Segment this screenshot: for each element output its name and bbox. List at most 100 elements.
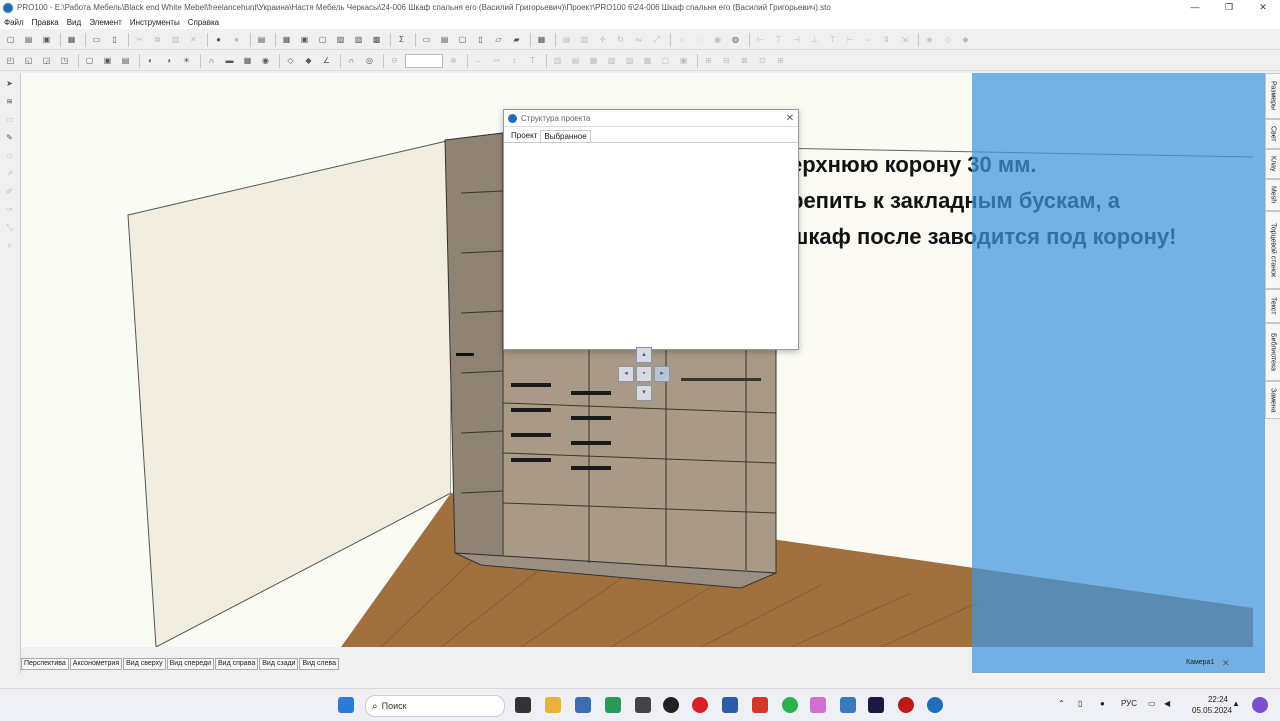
box-shaded-icon[interactable]: ▤ bbox=[118, 53, 133, 68]
app-blue-icon[interactable] bbox=[722, 697, 738, 713]
panel-3-icon[interactable]: ▦ bbox=[586, 53, 601, 68]
eye-icon[interactable]: ◉ bbox=[258, 53, 273, 68]
mirror-icon[interactable]: ⇋ bbox=[631, 32, 646, 47]
ungroup-icon[interactable]: ▢ bbox=[315, 32, 330, 47]
view-tab-back[interactable]: Вид сзади bbox=[259, 657, 299, 670]
menu-help[interactable]: Справка bbox=[184, 18, 223, 27]
copy-icon[interactable]: ⧉ bbox=[150, 32, 165, 47]
group-icon[interactable]: ▣ bbox=[297, 32, 312, 47]
view-wire-icon[interactable]: ◱ bbox=[21, 53, 36, 68]
export-icon[interactable]: ▱ bbox=[491, 32, 506, 47]
menu-element[interactable]: Элемент bbox=[85, 18, 126, 27]
snipping-tool-icon[interactable] bbox=[605, 697, 621, 713]
align-center-icon[interactable]: ⊤ bbox=[771, 32, 786, 47]
tab-klau[interactable]: Клау bbox=[1265, 149, 1280, 179]
tab-dimensions[interactable]: Размеры bbox=[1265, 73, 1280, 119]
select-arrow-icon[interactable]: ➤ bbox=[2, 76, 17, 91]
render-icon[interactable]: ▩ bbox=[369, 32, 384, 47]
view-tab-top[interactable]: Вид сверху bbox=[123, 657, 166, 670]
diamond-icon[interactable]: ◇ bbox=[283, 53, 298, 68]
tab-mesh[interactable]: Mesh bbox=[1265, 179, 1280, 211]
file-explorer-icon[interactable] bbox=[545, 697, 561, 713]
windows-start-icon[interactable] bbox=[338, 697, 354, 713]
tray-chevron-icon[interactable]: ⌃ bbox=[1058, 699, 1065, 708]
paste-icon[interactable]: ▥ bbox=[168, 32, 183, 47]
view-render-icon[interactable]: ◳ bbox=[57, 53, 72, 68]
tab-light[interactable]: Свет bbox=[1265, 119, 1280, 149]
tab-selected[interactable]: Выбранное bbox=[540, 130, 591, 142]
telegram-icon[interactable] bbox=[840, 697, 856, 713]
open-folder-icon[interactable]: ▤ bbox=[21, 32, 36, 47]
dialog-close-button[interactable]: ✕ bbox=[782, 113, 798, 124]
visible-icon[interactable]: ◉ bbox=[710, 32, 725, 47]
whatsapp-icon[interactable] bbox=[782, 697, 798, 713]
align-right-icon[interactable]: ⊣ bbox=[789, 32, 804, 47]
eraser-icon[interactable]: ▱ bbox=[2, 148, 17, 163]
copilot-icon[interactable] bbox=[1252, 697, 1268, 713]
tool-1-icon[interactable]: ⊞ bbox=[701, 53, 716, 68]
measure-icon[interactable]: ↗ bbox=[2, 166, 17, 181]
grid-icon[interactable]: ▦ bbox=[534, 32, 549, 47]
media-player-icon[interactable] bbox=[663, 697, 679, 713]
dock-right-icon[interactable]: ▸ bbox=[654, 366, 670, 382]
tab-edge-machine[interactable]: Торцевой станок bbox=[1265, 211, 1280, 289]
menu-edit[interactable]: Правка bbox=[28, 18, 63, 27]
align-bottom-icon[interactable]: ⊤ bbox=[825, 32, 840, 47]
scale-icon[interactable]: ⤢ bbox=[649, 32, 664, 47]
dock-bottom-icon[interactable]: ▾ bbox=[636, 385, 652, 401]
distribute-icon[interactable]: ▥ bbox=[577, 32, 592, 47]
panel-4-icon[interactable]: ▧ bbox=[604, 53, 619, 68]
tab-text[interactable]: Текст bbox=[1265, 289, 1280, 323]
app-t-icon[interactable] bbox=[752, 697, 768, 713]
menu-tools[interactable]: Инструменты bbox=[126, 18, 184, 27]
calculator-icon[interactable] bbox=[575, 697, 591, 713]
grid-toggle-icon[interactable]: ▦ bbox=[240, 53, 255, 68]
stop-icon[interactable]: ◍ bbox=[728, 32, 743, 47]
view-tab-perspective[interactable]: Перспектива bbox=[21, 657, 69, 670]
panel-2-icon[interactable]: ▤ bbox=[568, 53, 583, 68]
notification-bell-icon[interactable]: ▲ bbox=[1232, 699, 1240, 708]
app-dark-icon[interactable] bbox=[868, 697, 884, 713]
shadow-icon[interactable]: ◑ bbox=[161, 53, 176, 68]
properties-icon[interactable]: ▦ bbox=[64, 32, 79, 47]
pen-icon[interactable]: ✎ bbox=[2, 130, 17, 145]
tab-replace[interactable]: Замена bbox=[1265, 381, 1280, 419]
sheet-icon[interactable]: ▭ bbox=[419, 32, 434, 47]
cut-plane-icon[interactable]: ≋ bbox=[2, 94, 17, 109]
import-icon[interactable]: ▰ bbox=[509, 32, 524, 47]
dimension-text-icon[interactable]: T bbox=[525, 53, 540, 68]
tool-4-icon[interactable]: ⊡ bbox=[755, 53, 770, 68]
tray-network-icon[interactable]: ▭ bbox=[1148, 699, 1156, 708]
view-tab-right[interactable]: Вид справа bbox=[215, 657, 259, 670]
space-h-icon[interactable]: ⇔ bbox=[861, 32, 876, 47]
dialog-title-bar[interactable]: Структура проекта ✕ bbox=[504, 110, 798, 127]
space-v-icon[interactable]: ⇕ bbox=[879, 32, 894, 47]
drawing-icon[interactable]: ▢ bbox=[455, 32, 470, 47]
recorder-icon[interactable] bbox=[898, 697, 914, 713]
maximize-button[interactable]: ❐ bbox=[1212, 2, 1246, 13]
dock-top-icon[interactable]: ▴ bbox=[636, 347, 652, 363]
align-middle-icon[interactable]: ⊢ bbox=[843, 32, 858, 47]
cutlist-icon[interactable]: ▤ bbox=[437, 32, 452, 47]
panel-6-icon[interactable]: ▩ bbox=[640, 53, 655, 68]
ruler-icon[interactable]: ▬ bbox=[222, 53, 237, 68]
snap-icon[interactable]: ∩ bbox=[344, 53, 359, 68]
music-icon[interactable] bbox=[810, 697, 826, 713]
material-icon[interactable]: ▨ bbox=[333, 32, 348, 47]
tool-3-icon[interactable]: ⊠ bbox=[737, 53, 752, 68]
undo-icon[interactable]: ● bbox=[211, 32, 226, 47]
minimize-button[interactable]: — bbox=[1178, 2, 1212, 13]
panel-7-icon[interactable]: ▢ bbox=[658, 53, 673, 68]
align-left-icon[interactable]: ⊢ bbox=[753, 32, 768, 47]
print-preview-icon[interactable]: ▯ bbox=[107, 32, 122, 47]
language-indicator[interactable]: РУС bbox=[1121, 699, 1137, 708]
taskbar-search[interactable]: ⌕ Поиск bbox=[365, 695, 505, 717]
unlock-icon[interactable]: ◇ bbox=[940, 32, 955, 47]
cut-icon[interactable]: ✂ bbox=[132, 32, 147, 47]
menu-file[interactable]: Файл bbox=[0, 18, 28, 27]
box-wire-icon[interactable]: ▣ bbox=[100, 53, 115, 68]
view-tab-front[interactable]: Вид спереди bbox=[166, 657, 215, 670]
stretch-icon[interactable]: ⤡ bbox=[2, 220, 17, 235]
tab-project[interactable]: Проект bbox=[508, 130, 540, 142]
delete-icon[interactable]: ✕ bbox=[186, 32, 201, 47]
